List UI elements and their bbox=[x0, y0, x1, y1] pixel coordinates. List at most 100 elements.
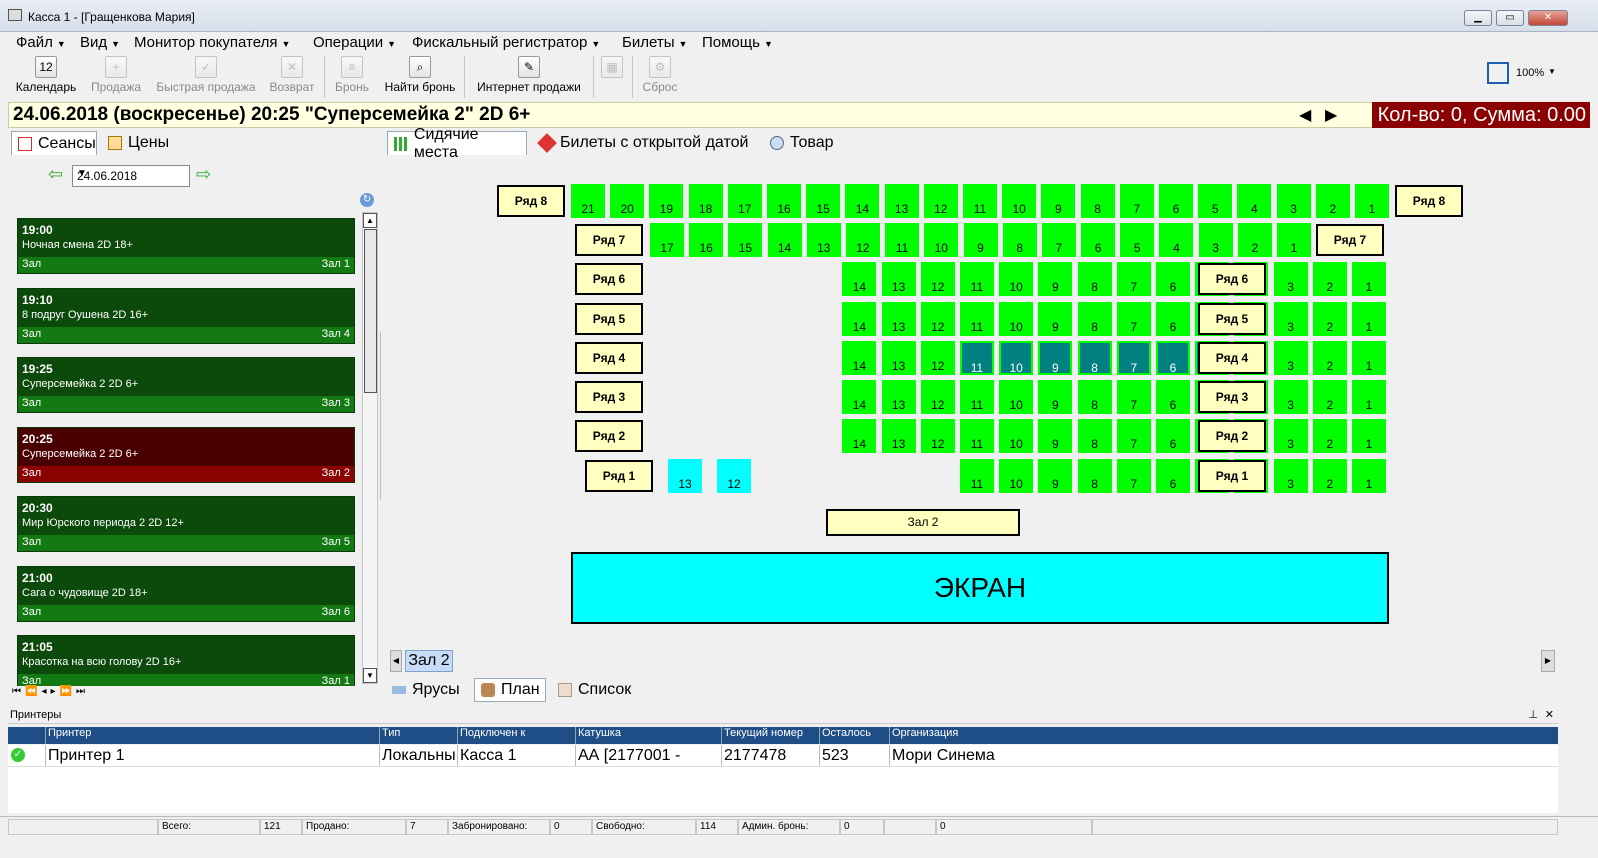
session-card[interactable]: 19:10 8 подруг Оушена 2D 16+ Зал Зал 4 bbox=[17, 287, 355, 344]
seat[interactable]: 3 bbox=[1273, 341, 1308, 375]
seat[interactable]: 11 bbox=[960, 302, 994, 336]
column-header[interactable]: Текущий номер bbox=[722, 727, 820, 744]
seat[interactable]: 1 bbox=[1352, 380, 1386, 414]
seat[interactable]: 6 bbox=[1081, 223, 1116, 257]
seat[interactable]: 7 bbox=[1116, 419, 1151, 453]
seat[interactable]: 8 bbox=[1077, 459, 1112, 493]
seat[interactable]: 3 bbox=[1273, 302, 1308, 336]
seat[interactable]: 1 bbox=[1352, 262, 1386, 296]
fullscreen-icon[interactable] bbox=[1487, 62, 1509, 84]
seat[interactable]: 3 bbox=[1273, 262, 1308, 296]
seat[interactable]: 12 bbox=[923, 184, 958, 218]
tab-sessions[interactable]: Сеансы bbox=[11, 131, 97, 155]
seat[interactable]: 11 bbox=[960, 380, 994, 414]
seat[interactable]: 1 bbox=[1352, 459, 1386, 493]
tab-plan[interactable]: План bbox=[474, 678, 546, 702]
menu-help[interactable]: Помощь ▼ bbox=[702, 34, 773, 51]
scroll-thumb[interactable] bbox=[364, 229, 377, 393]
chevron-down-icon[interactable]: ▼ bbox=[1548, 67, 1556, 76]
seat[interactable]: 1 bbox=[1277, 223, 1311, 257]
splitter[interactable] bbox=[380, 332, 385, 500]
date-picker[interactable]: 24.06.2018 ▼ bbox=[72, 165, 190, 187]
seat[interactable]: 4 bbox=[1234, 262, 1269, 296]
seat[interactable]: 6 bbox=[1156, 302, 1190, 336]
scroll-up-icon[interactable]: ▲ bbox=[363, 213, 377, 228]
seat[interactable]: 14 bbox=[842, 341, 877, 375]
seat[interactable]: 19 bbox=[649, 184, 684, 218]
column-header[interactable]: Тип bbox=[380, 727, 458, 744]
tab-open-date-tickets[interactable]: Билеты с открытой датой bbox=[537, 132, 748, 154]
tab-goods[interactable]: Товар bbox=[770, 132, 834, 154]
seat[interactable]: 9 bbox=[1038, 459, 1073, 493]
seat[interactable]: 6 bbox=[1156, 459, 1190, 493]
seat[interactable]: 7 bbox=[1116, 380, 1151, 414]
seat[interactable]: 21 bbox=[571, 184, 605, 218]
pin-icon[interactable]: ⊥ bbox=[1528, 708, 1538, 721]
seat[interactable]: 10 bbox=[999, 341, 1034, 375]
seat[interactable]: 2 bbox=[1237, 223, 1272, 257]
seat[interactable]: 15 bbox=[806, 184, 841, 218]
seat[interactable]: 2 bbox=[1312, 341, 1347, 375]
seat[interactable]: 11 bbox=[963, 184, 997, 218]
seat[interactable]: 3 bbox=[1273, 419, 1308, 453]
booking-button[interactable]: ≡ Бронь bbox=[330, 56, 374, 94]
seat[interactable]: 2 bbox=[1315, 184, 1350, 218]
session-card[interactable]: 20:30 Мир Юрского периода 2 2D 12+ Зал Зал … bbox=[17, 496, 355, 552]
seat[interactable]: 6 bbox=[1156, 341, 1190, 375]
seat[interactable]: 12 bbox=[920, 341, 955, 375]
sale-button[interactable]: + Продажа bbox=[88, 56, 144, 94]
seat[interactable]: 9 bbox=[1038, 380, 1073, 414]
seat[interactable]: 13 bbox=[881, 262, 916, 296]
seat[interactable]: 3 bbox=[1273, 459, 1308, 493]
column-header[interactable]: Принтер bbox=[46, 727, 380, 744]
seat[interactable]: 13 bbox=[881, 302, 916, 336]
column-header[interactable]: Организация bbox=[890, 727, 1558, 744]
menu-file[interactable]: Файл ▼ bbox=[16, 34, 66, 51]
seat[interactable]: 17 bbox=[727, 184, 762, 218]
seat[interactable]: 12 bbox=[920, 302, 955, 336]
seat[interactable]: 10 bbox=[999, 262, 1034, 296]
seat[interactable]: 12 bbox=[920, 380, 955, 414]
refund-button[interactable]: ✕ Возврат bbox=[266, 56, 318, 94]
seat[interactable]: 14 bbox=[842, 380, 877, 414]
session-card[interactable]: 19:00 Ночная смена 2D 18+ Зал Зал 1 bbox=[17, 218, 355, 274]
column-header[interactable]: Подключен к bbox=[458, 727, 576, 744]
seat[interactable]: 5 bbox=[1195, 302, 1230, 336]
menu-tickets[interactable]: Билеты ▼ bbox=[622, 34, 687, 51]
next-arrow-icon[interactable]: ▶ bbox=[1325, 105, 1337, 125]
seat[interactable]: 2 bbox=[1312, 459, 1347, 493]
seat[interactable]: 9 bbox=[1038, 302, 1073, 336]
seat[interactable]: 5 bbox=[1195, 380, 1230, 414]
zoom-selector[interactable]: 100% bbox=[1516, 67, 1544, 79]
seat[interactable]: 10 bbox=[1002, 184, 1037, 218]
refresh-icon[interactable]: ↻ bbox=[360, 193, 374, 207]
seat[interactable]: 13 bbox=[668, 459, 702, 493]
tab-list[interactable]: Список bbox=[558, 679, 631, 701]
seat[interactable]: 12 bbox=[920, 419, 955, 453]
seat[interactable]: 1 bbox=[1352, 419, 1386, 453]
seat[interactable]: 9 bbox=[963, 223, 998, 257]
seat[interactable]: 17 bbox=[650, 223, 684, 257]
seat[interactable]: 3 bbox=[1273, 380, 1308, 414]
seat[interactable]: 14 bbox=[845, 184, 880, 218]
seat[interactable]: 8 bbox=[1077, 380, 1112, 414]
minimize-button[interactable]: ▁ bbox=[1464, 10, 1492, 26]
seat[interactable]: 8 bbox=[1080, 184, 1115, 218]
layout-button[interactable]: ▦ bbox=[598, 56, 626, 80]
seat[interactable]: 3 bbox=[1276, 184, 1311, 218]
seat[interactable]: 4 bbox=[1234, 380, 1269, 414]
seat[interactable]: 4 bbox=[1159, 223, 1194, 257]
pager-controls[interactable]: ⏮⏪◂▸⏩⏭ bbox=[12, 686, 89, 697]
seat[interactable]: 6 bbox=[1159, 184, 1193, 218]
seat[interactable]: 12 bbox=[717, 459, 751, 493]
seat[interactable]: 1 bbox=[1355, 184, 1389, 218]
seat[interactable]: 2 bbox=[1312, 262, 1347, 296]
seat[interactable]: 7 bbox=[1116, 302, 1151, 336]
maximize-button[interactable]: ▭ bbox=[1496, 10, 1524, 26]
close-panel-icon[interactable]: ✕ bbox=[1545, 708, 1554, 721]
session-card[interactable]: 19:25 Суперсемейка 2 2D 6+ Зал Зал 3 bbox=[17, 357, 355, 413]
chevron-down-icon[interactable]: ▼ bbox=[77, 168, 187, 179]
internet-sales-button[interactable]: ✎ Интернет продажи bbox=[472, 56, 586, 94]
column-header[interactable]: Осталось bbox=[820, 727, 890, 744]
session-card[interactable]: 20:25 Суперсемейка 2 2D 6+ Зал Зал 2 bbox=[17, 426, 355, 483]
